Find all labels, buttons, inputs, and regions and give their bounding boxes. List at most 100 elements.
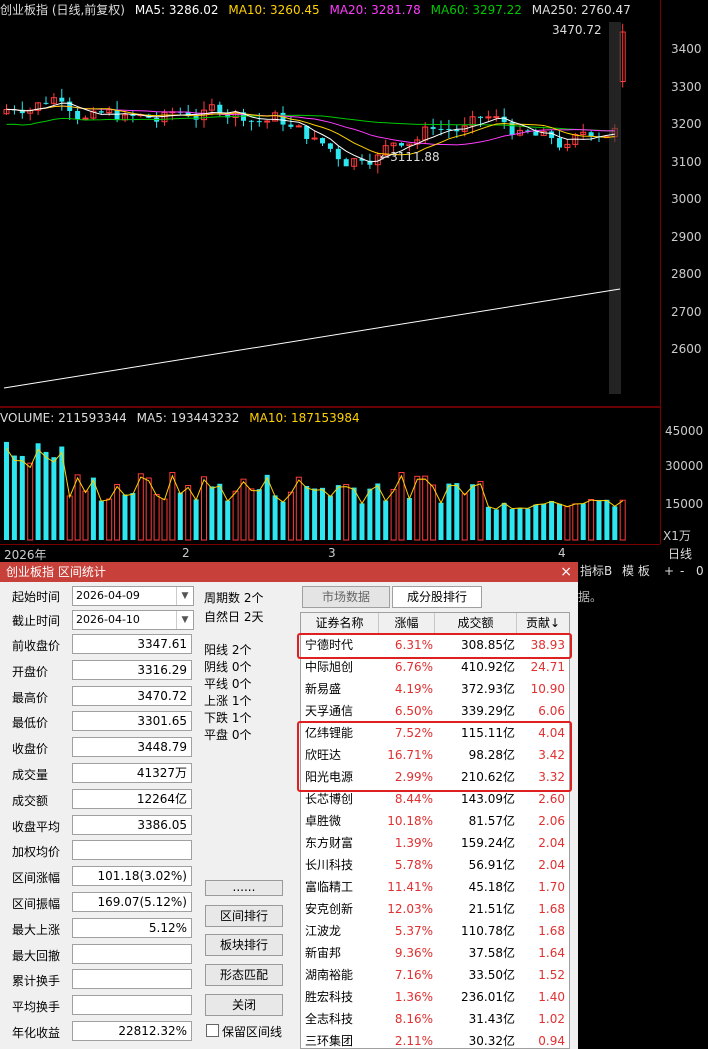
field-label: 收盘价 bbox=[12, 742, 49, 757]
tab-market-data[interactable]: 市场数据 bbox=[302, 586, 390, 608]
candle-body bbox=[264, 120, 271, 123]
col-header-name[interactable]: 证券名称 bbox=[301, 613, 379, 633]
price-chart-pane[interactable]: 创业板指 (日线,前复权) MA5: 3286.02 MA10: 3260.45… bbox=[0, 0, 660, 406]
vol-y-tick: 30000 bbox=[665, 459, 704, 473]
candle-body bbox=[43, 102, 49, 104]
stock-amount: 33.50亿 bbox=[468, 968, 515, 982]
table-row[interactable]: 新宙邦 9.36% 37.58亿 1.64 bbox=[301, 942, 569, 964]
volume-bar bbox=[201, 476, 207, 541]
start-date-value: 2026-04-09 bbox=[76, 589, 140, 602]
candle-body bbox=[248, 120, 254, 122]
field-label: 收盘平均 bbox=[12, 819, 61, 834]
table-row[interactable]: 全志科技 8.16% 31.43亿 1.02 bbox=[301, 1008, 569, 1030]
candlestick-chart[interactable] bbox=[0, 0, 660, 406]
y-tick: 2900 bbox=[671, 230, 702, 244]
zoom-out-button[interactable]: - bbox=[680, 562, 684, 580]
field-label: 最大上涨 bbox=[12, 922, 61, 937]
field-label: 前收盘价 bbox=[12, 639, 61, 653]
volume-bar bbox=[461, 493, 468, 541]
field-label: 最低价 bbox=[12, 716, 49, 731]
interval-rank-button[interactable]: 区间排行 bbox=[205, 905, 283, 927]
x-tick: 2 bbox=[182, 546, 190, 560]
chevron-down-icon[interactable]: ▼ bbox=[176, 587, 193, 605]
x-tick: 4 bbox=[558, 546, 566, 560]
stock-name: 中际旭创 bbox=[305, 660, 354, 674]
stock-contribution: 0.94 bbox=[538, 1034, 565, 1048]
stock-amount: 45.18亿 bbox=[468, 880, 515, 894]
field-value bbox=[72, 995, 192, 1016]
table-row[interactable]: 长川科技 5.78% 56.91亿 2.04 bbox=[301, 854, 569, 876]
candle-body bbox=[478, 116, 483, 118]
keep-line-label: 保留区间线 bbox=[222, 1025, 283, 1039]
stock-contribution: 1.64 bbox=[538, 946, 565, 960]
candle-body bbox=[98, 111, 104, 113]
field-label: 年化收益 bbox=[12, 1026, 61, 1040]
table-row[interactable]: 安克创新 12.03% 21.51亿 1.68 bbox=[301, 898, 569, 920]
volume-bar bbox=[74, 474, 81, 541]
volume-bar bbox=[398, 472, 405, 541]
stock-amount: 410.92亿 bbox=[461, 660, 515, 674]
y-tick: 2600 bbox=[671, 342, 702, 356]
dialog-titlebar[interactable]: 创业板指 区间统计 × bbox=[0, 562, 578, 582]
col-header-amount[interactable]: 成交额 bbox=[435, 613, 517, 633]
pattern-match-button[interactable]: 形态匹配 bbox=[205, 964, 283, 986]
table-row[interactable]: 新易盛 4.19% 372.93亿 10.90 bbox=[301, 678, 569, 700]
stock-name: 长川科技 bbox=[305, 858, 354, 872]
stat-unchanged: 平盘 0个 bbox=[204, 728, 252, 742]
indicator-b-button[interactable]: 指标B bbox=[580, 562, 612, 580]
period-daily-button[interactable]: 日线 bbox=[668, 545, 692, 562]
volume-bar bbox=[327, 495, 333, 540]
table-row[interactable]: 胜宏科技 1.36% 236.01亿 1.40 bbox=[301, 986, 569, 1008]
chevron-down-icon[interactable]: ▼ bbox=[176, 611, 193, 629]
field-value bbox=[72, 943, 192, 964]
zoom-in-button[interactable]: + bbox=[664, 562, 674, 580]
start-date-picker[interactable]: 2026-04-09 ▼ bbox=[72, 586, 194, 606]
table-row[interactable]: 江波龙 5.37% 110.78亿 1.68 bbox=[301, 920, 569, 942]
table-row[interactable]: 三环集团 2.11% 30.32亿 0.94 bbox=[301, 1030, 569, 1048]
keep-line-checkbox[interactable] bbox=[206, 1024, 219, 1037]
start-time-label: 起始时间 bbox=[12, 590, 61, 604]
candle-body bbox=[549, 131, 555, 139]
volume-bar bbox=[43, 451, 49, 540]
candle-body bbox=[493, 116, 500, 119]
field-label: 成交额 bbox=[12, 793, 49, 808]
field-label: 平均换手 bbox=[12, 1000, 61, 1015]
tab-constituent-rank[interactable]: 成分股排行 bbox=[392, 586, 482, 608]
volume-bar-chart[interactable] bbox=[0, 408, 660, 544]
col-header-change[interactable]: 涨幅 bbox=[379, 613, 435, 633]
highlight-box-top bbox=[297, 633, 572, 659]
table-row[interactable]: 湖南裕能 7.16% 33.50亿 1.52 bbox=[301, 964, 569, 986]
stock-contribution: 1.02 bbox=[538, 1012, 565, 1026]
stock-name: 天孚通信 bbox=[305, 704, 354, 718]
stock-change: 9.36% bbox=[394, 946, 433, 960]
candle-body bbox=[288, 124, 294, 127]
col-header-contribution[interactable]: 贡献↓ bbox=[517, 613, 569, 633]
volume-bar bbox=[225, 500, 231, 540]
table-row[interactable]: 东方财富 1.39% 159.24亿 2.04 bbox=[301, 832, 569, 854]
interval-stats-dialog: 创业板指 区间统计 × 起始时间 2026-04-09 ▼ 截止时间 2026-… bbox=[0, 562, 578, 1049]
table-row[interactable]: 卓胜微 10.18% 81.57亿 2.06 bbox=[301, 810, 569, 832]
end-date-picker[interactable]: 2026-04-10 ▼ bbox=[72, 610, 194, 630]
volume-bar bbox=[114, 483, 121, 541]
template-button[interactable]: 模 板 bbox=[622, 562, 650, 580]
sector-rank-button[interactable]: 板块排行 bbox=[205, 934, 283, 956]
candle-body bbox=[304, 125, 310, 139]
stock-contribution: 2.04 bbox=[538, 858, 565, 872]
volume-bar bbox=[446, 483, 452, 540]
stock-contribution: 1.70 bbox=[538, 880, 565, 894]
close-icon[interactable]: × bbox=[560, 562, 572, 582]
stat-yang: 阳线 2个 bbox=[204, 643, 252, 657]
stock-change: 7.16% bbox=[394, 968, 433, 982]
more-button[interactable]: ...... bbox=[205, 880, 283, 896]
table-row[interactable]: 富临精工 11.41% 45.18亿 1.70 bbox=[301, 876, 569, 898]
volume-chart-pane[interactable]: VOLUME: 211593344 MA5: 193443232 MA10: 1… bbox=[0, 408, 660, 544]
field-label: 最高价 bbox=[12, 690, 49, 705]
close-button[interactable]: 关闭 bbox=[205, 994, 283, 1016]
stock-name: 湖南裕能 bbox=[305, 968, 354, 982]
reset-button[interactable]: 0 bbox=[696, 562, 704, 580]
table-row[interactable]: 中际旭创 6.76% 410.92亿 24.71 bbox=[301, 656, 569, 678]
table-row[interactable]: 天孚通信 6.50% 339.29亿 6.06 bbox=[301, 700, 569, 722]
volume-bar bbox=[564, 506, 571, 541]
candle-body bbox=[217, 104, 223, 113]
volume-bar bbox=[90, 477, 96, 540]
